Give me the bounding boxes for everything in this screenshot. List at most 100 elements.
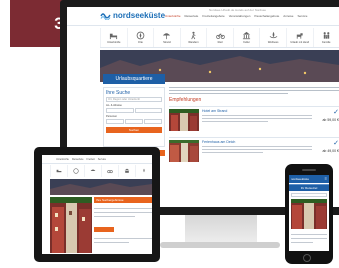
category-kultur[interactable]: Kultur	[232, 28, 260, 47]
category-unterkuenfte[interactable]: Unterkünfte	[100, 28, 127, 47]
nav-item-veranstaltungen[interactable]: Veranstaltungen	[229, 14, 251, 18]
tablet-text-line	[94, 208, 152, 209]
nav-item-freizeit[interactable]: Freizeitangebote	[202, 14, 224, 18]
search-button[interactable]: Suchen	[106, 127, 162, 133]
hiker-icon	[191, 31, 196, 40]
category-label: Urlaub mit Hund	[290, 41, 310, 44]
phone-speaker	[302, 169, 316, 171]
monitor-stand	[185, 215, 257, 245]
tablet-category[interactable]	[118, 165, 135, 177]
tablet-text-line	[94, 216, 135, 217]
category-label: Kultur	[243, 41, 250, 44]
nav-item-anreise[interactable]: Anreise	[283, 14, 293, 18]
category-rad[interactable]: Rad	[206, 28, 233, 47]
intro-text-line	[169, 87, 339, 88]
card-text-line	[202, 121, 268, 122]
phone-page-title: Ihr Reiseziel	[289, 184, 329, 191]
card-image-houses	[169, 109, 199, 131]
persons-fields	[106, 119, 162, 124]
wave-logo-icon	[100, 13, 111, 20]
tablet-hero-image	[50, 179, 152, 195]
phone-screen: nordseeküste ≡ Ihr Reiseziel	[289, 175, 329, 251]
tablet-nav-item[interactable]: Unterkünfte	[56, 158, 69, 161]
tablet-action-button[interactable]	[94, 227, 114, 232]
hero-title: Urlaubsquartiere	[103, 74, 165, 84]
tablet-category[interactable]	[101, 165, 118, 177]
nav-item-service[interactable]: Service	[297, 14, 307, 18]
tablet-text-line	[94, 212, 152, 213]
top-links[interactable]: Nordsee-Urlaub.de Hotels auf der Nordsee	[209, 8, 266, 12]
card-text-line	[202, 146, 312, 147]
tablet-nav-item[interactable]: Service	[98, 158, 106, 161]
card-image-houses	[169, 140, 199, 162]
umbrella-icon	[163, 33, 171, 40]
category-label: Unterkünfte	[107, 41, 121, 44]
category-hund[interactable]: Urlaub mit Hund	[285, 28, 313, 47]
card-text-line	[202, 152, 263, 153]
phone-home-button[interactable]	[303, 254, 311, 262]
category-label: Wellness	[267, 41, 279, 44]
card-text-line	[202, 149, 312, 150]
temple-icon	[242, 31, 251, 40]
spa-icon	[269, 31, 277, 39]
phone-filter-input[interactable]	[291, 193, 327, 197]
site-logo[interactable]: nordseeküste	[100, 10, 165, 20]
intro-text-line	[169, 90, 339, 91]
arrival-field[interactable]	[106, 108, 134, 113]
tablet-category-bar	[50, 165, 152, 177]
tablet-text-line	[94, 238, 152, 239]
category-wellness[interactable]: Wellness	[259, 28, 286, 47]
result-card[interactable]: Ferienhaus am Deich ✓ ab 49,00 €	[169, 137, 339, 165]
tablet-category[interactable]	[84, 165, 101, 177]
nav-item-pauschal[interactable]: Pauschalangebote	[254, 14, 279, 18]
category-label: Wandern	[188, 41, 199, 44]
tablet-text-line	[94, 242, 129, 243]
persons-label: Personen	[106, 115, 118, 118]
category-wandern[interactable]: Wandern	[179, 28, 207, 47]
compass-icon	[136, 31, 145, 40]
rooms-select[interactable]	[144, 119, 162, 124]
phone-text-line	[291, 234, 327, 235]
tablet-text-block	[94, 235, 152, 243]
search-input[interactable]: Ort, Region oder Unterkunft	[106, 97, 162, 102]
phone-logo[interactable]: nordseeküste	[291, 177, 309, 181]
phone-houses-image	[291, 199, 327, 229]
tablet-nav-item[interactable]: Freizeit	[86, 158, 94, 161]
tablet-houses-image	[50, 197, 92, 253]
category-strand[interactable]: Strand	[153, 28, 180, 47]
category-familie[interactable]: Familie	[312, 28, 339, 47]
check-icon: ✓	[333, 109, 339, 116]
category-orte[interactable]: Orte	[126, 28, 154, 47]
site-logo-text: nordseeküste	[113, 10, 166, 20]
family-icon	[323, 32, 330, 39]
bicycle-icon	[215, 33, 225, 39]
hamburger-menu-icon[interactable]: ≡	[325, 177, 327, 181]
result-card[interactable]: Hotel am Strand ✓ ab 59,00 €	[169, 106, 339, 134]
phone-text-line	[291, 242, 313, 243]
tablet-category[interactable]	[67, 165, 84, 177]
category-label: Familie	[322, 41, 331, 44]
children-select[interactable]	[125, 119, 143, 124]
search-panel: Ihre Suche Ort, Region oder Unterkunft A…	[103, 87, 165, 147]
card-text-line	[202, 118, 312, 119]
tablet-screen: Unterkünfte Reiseziele Freizeit Service …	[42, 155, 152, 254]
compass-icon	[73, 168, 79, 174]
phone-text-line	[291, 238, 327, 239]
tablet-category[interactable]	[50, 165, 67, 177]
tablet-results-bar: Ihre Suchergebnisse	[94, 197, 152, 203]
temple-icon	[124, 168, 130, 173]
tablet-nav-item[interactable]: Reiseziele	[72, 158, 84, 161]
tablet-category[interactable]	[135, 165, 152, 177]
bed-icon	[110, 33, 118, 40]
card-heading: Ferienhaus am Deich	[202, 140, 236, 144]
nav-item-reiseziele[interactable]: Reiseziele	[185, 14, 199, 18]
phone-header: nordseeküste ≡	[289, 175, 329, 183]
dates-label: An- & Abreise	[106, 104, 122, 107]
nav-item-unterkuenfte[interactable]: Unterkünfte	[165, 14, 181, 18]
category-icon-bar: Unterkünfte Orte Strand Wandern Rad Kult…	[100, 28, 339, 48]
adults-select[interactable]	[106, 119, 124, 124]
category-label: Rad	[217, 41, 223, 44]
bed-icon	[56, 169, 62, 173]
date-fields	[106, 108, 162, 113]
departure-field[interactable]	[134, 108, 162, 113]
